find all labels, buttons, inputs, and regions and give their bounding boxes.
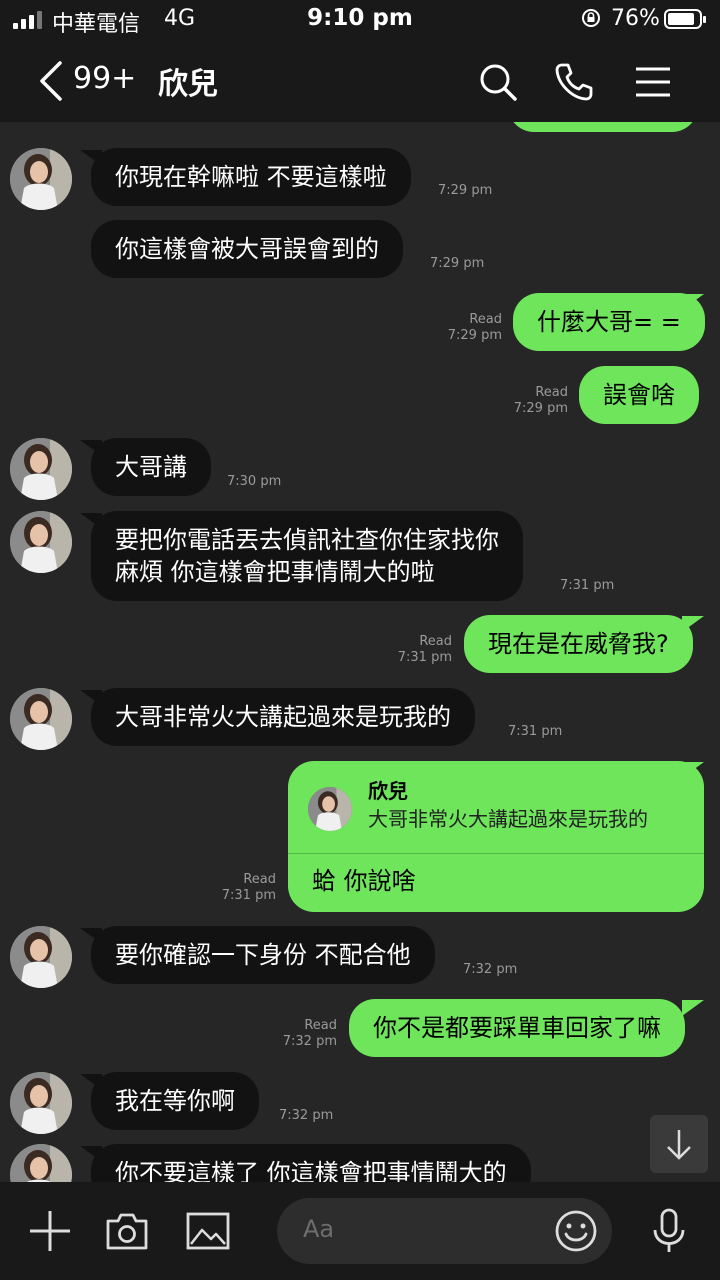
battery-percent: 76%: [611, 6, 660, 31]
status-bar: 中華電信 4G 9:10 pm 76%: [0, 0, 720, 42]
contact-avatar[interactable]: [10, 688, 72, 750]
contact-avatar[interactable]: [10, 511, 72, 573]
message-text: 大哥非常火大講起過來是玩我的: [115, 703, 451, 731]
message-text: 大哥講: [115, 453, 187, 481]
read-receipt: Read 7:31 pm: [221, 872, 276, 903]
input-bar: Aa: [0, 1182, 720, 1280]
contact-avatar[interactable]: [10, 1072, 72, 1134]
message-text: 誤會啥: [603, 381, 675, 409]
microphone-icon[interactable]: [646, 1208, 692, 1254]
camera-icon[interactable]: [104, 1208, 150, 1254]
reply-quote[interactable]: 欣兒 大哥非常火大講起過來是玩我的: [288, 761, 704, 854]
message-time: 7:30 pm: [227, 474, 282, 489]
message-bubble-outgoing[interactable]: 你不是都要踩單車回家了嘛: [349, 999, 685, 1057]
message-text: 你現在幹嘛啦 不要這樣啦: [115, 163, 387, 191]
message-text: 現在是在威脅我?: [488, 630, 669, 658]
arrow-down-icon: [667, 1130, 691, 1160]
message-bubble-incoming[interactable]: 大哥非常火大講起過來是玩我的: [91, 688, 475, 746]
menu-icon[interactable]: [631, 60, 675, 104]
message-bubble-outgoing[interactable]: 什麼大哥= =: [513, 293, 705, 351]
message-bubble-outgoing[interactable]: 現在是在威脅我?: [464, 615, 693, 673]
contact-avatar[interactable]: [10, 1144, 72, 1182]
message-text: 蛤 你說啥: [312, 867, 416, 895]
message-bubble-incoming[interactable]: 大哥講: [91, 438, 211, 496]
reply-quoted-text: 大哥非常火大講起過來是玩我的: [368, 807, 648, 831]
contact-avatar[interactable]: [10, 148, 72, 210]
message-bubble-incoming[interactable]: 我在等你啊: [91, 1072, 259, 1130]
message-bubble-incoming[interactable]: 你不要這樣了 你這樣會把事情鬧大的: [91, 1144, 531, 1182]
message-time: 7:29 pm: [430, 256, 485, 271]
chat-header: 99+ 欣兒: [0, 42, 720, 122]
message-text: 要你確認一下身份 不配合他: [115, 941, 411, 969]
message-text: 你這樣會被大哥誤會到的: [115, 235, 379, 263]
message-time: 7:32 pm: [279, 1108, 334, 1123]
message-text: 什麼大哥= =: [537, 308, 681, 336]
read-receipt: Read 7:29 pm: [513, 385, 568, 416]
phone-icon[interactable]: [552, 60, 596, 104]
reply-sender-name: 欣兒: [368, 779, 408, 803]
message-time: 7:31 pm: [560, 578, 615, 593]
message-bubble-outgoing[interactable]: 誤會啥: [579, 366, 699, 424]
plus-icon[interactable]: [27, 1208, 73, 1254]
message-bubble-partial[interactable]: [508, 122, 698, 132]
message-time: 7:32 pm: [463, 962, 518, 977]
message-bubble-incoming[interactable]: 你現在幹嘛啦 不要這樣啦: [91, 148, 411, 206]
contact-avatar[interactable]: [10, 926, 72, 988]
message-bubble-incoming[interactable]: 你這樣會被大哥誤會到的: [91, 220, 403, 278]
emoji-icon[interactable]: [554, 1209, 598, 1253]
message-text-line: 要把你電話丟去偵訊社查你住家找你: [115, 526, 499, 554]
message-input[interactable]: Aa: [277, 1198, 612, 1264]
message-text-line: 麻煩 你這樣會把事情鬧大的啦: [115, 558, 435, 586]
battery-icon: [664, 9, 706, 29]
reply-avatar: [308, 787, 352, 831]
contact-name: 欣兒: [158, 67, 218, 102]
message-text: 我在等你啊: [115, 1087, 235, 1115]
unread-count[interactable]: 99+: [73, 61, 136, 96]
scroll-to-bottom-button[interactable]: [650, 1115, 708, 1173]
image-icon[interactable]: [185, 1208, 231, 1254]
search-icon[interactable]: [476, 60, 520, 104]
read-receipt: Read 7:29 pm: [447, 312, 502, 343]
rotation-lock-icon: [582, 9, 600, 27]
message-list[interactable]: 你現在幹嘛啦 不要這樣啦 7:29 pm 你這樣會被大哥誤會到的 7:29 pm…: [0, 122, 720, 1182]
read-receipt: Read 7:32 pm: [282, 1018, 337, 1049]
contact-avatar[interactable]: [10, 438, 72, 500]
message-bubble-incoming[interactable]: 要把你電話丟去偵訊社查你住家找你 麻煩 你這樣會把事情鬧大的啦: [91, 511, 523, 601]
message-time: 7:29 pm: [438, 183, 493, 198]
read-receipt: Read 7:31 pm: [397, 634, 452, 665]
back-arrow-icon[interactable]: [36, 60, 66, 102]
message-time: 7:31 pm: [508, 724, 563, 739]
message-bubble-incoming[interactable]: 要你確認一下身份 不配合他: [91, 926, 435, 984]
message-text: 你不要這樣了 你這樣會把事情鬧大的: [115, 1159, 507, 1182]
message-input-placeholder: Aa: [303, 1215, 335, 1243]
message-text: 你不是都要踩單車回家了嘛: [373, 1014, 661, 1042]
message-bubble-outgoing-reply[interactable]: 欣兒 大哥非常火大講起過來是玩我的 蛤 你說啥: [288, 761, 704, 912]
